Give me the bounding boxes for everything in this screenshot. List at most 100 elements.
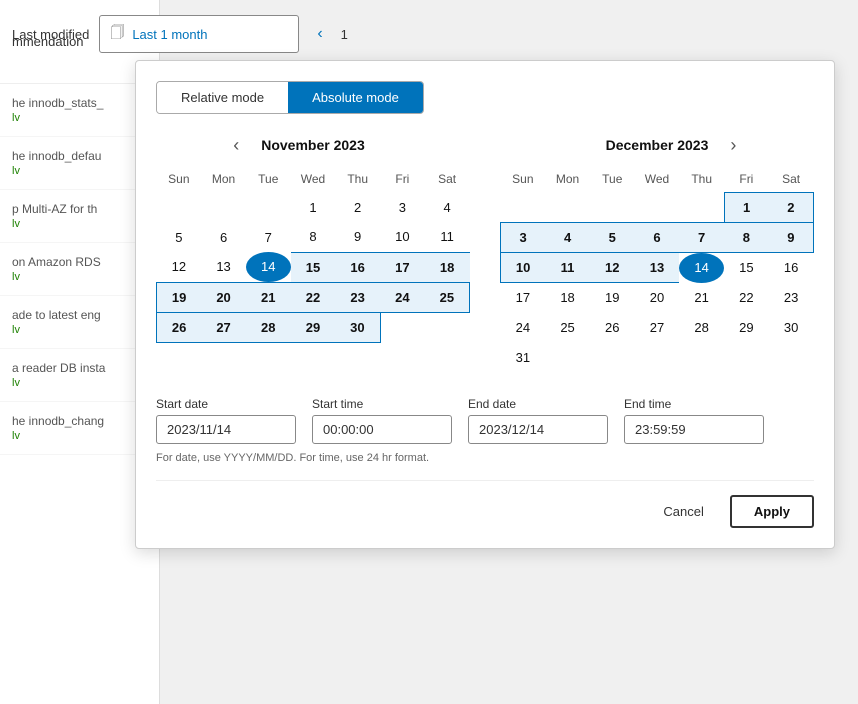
dec-day-23[interactable]: 23 — [769, 283, 814, 313]
nov-day-26[interactable]: 26 — [157, 312, 202, 342]
dec-day-31[interactable]: 31 — [501, 343, 546, 373]
nov-day-15[interactable]: 15 — [291, 252, 336, 282]
dec-day-15[interactable]: 15 — [724, 253, 769, 283]
date-time-inputs-row: Start date Start time End date End time — [156, 397, 814, 444]
nov-day-6[interactable]: 6 — [201, 222, 246, 252]
dec-day-9[interactable]: 9 — [769, 223, 814, 253]
nov-day-17[interactable]: 17 — [380, 252, 425, 282]
nov-day-22[interactable]: 22 — [291, 282, 336, 312]
nov-day-10[interactable]: 10 — [380, 222, 425, 252]
dec-day-17[interactable]: 17 — [501, 283, 546, 313]
nov-day-23[interactable]: 23 — [335, 282, 380, 312]
absolute-mode-button[interactable]: Absolute mode — [288, 82, 423, 113]
dec-week-3: 10 11 12 13 14 15 16 — [501, 253, 814, 283]
dec-day-28[interactable]: 28 — [679, 313, 724, 343]
nov-day-27[interactable]: 27 — [201, 312, 246, 342]
dec-day-4[interactable]: 4 — [545, 223, 590, 253]
nov-day-20[interactable]: 20 — [201, 282, 246, 312]
start-time-input[interactable] — [312, 415, 452, 444]
col-mon: Mon — [201, 168, 246, 192]
apply-button[interactable]: Apply — [730, 495, 814, 528]
dec-day-8[interactable]: 8 — [724, 223, 769, 253]
dec-day-1[interactable]: 1 — [724, 193, 769, 223]
nov-day-16[interactable]: 16 — [335, 252, 380, 282]
dec-day-3[interactable]: 3 — [501, 223, 546, 253]
nov-day-28[interactable]: 28 — [246, 312, 291, 342]
nov-week-1: 1 2 3 4 — [157, 192, 470, 222]
dec-day-27[interactable]: 27 — [635, 313, 680, 343]
december-next-button[interactable]: › — [724, 134, 742, 156]
november-calendar: ‹ November 2023 › Sun Mon Tue Wed Thu Fr… — [156, 134, 470, 373]
dec-empty — [590, 193, 635, 223]
nov-day-12[interactable]: 12 — [157, 252, 202, 282]
nov-week-2: 5 6 7 8 9 10 11 — [157, 222, 470, 252]
nov-day-4[interactable]: 4 — [425, 192, 470, 222]
november-prev-button[interactable]: ‹ — [227, 134, 245, 156]
dec-day-6[interactable]: 6 — [635, 223, 680, 253]
nov-empty — [246, 192, 291, 222]
nov-day-30[interactable]: 30 — [335, 312, 380, 342]
nov-day-11[interactable]: 11 — [425, 222, 470, 252]
dec-day-18[interactable]: 18 — [545, 283, 590, 313]
nov-day-21[interactable]: 21 — [246, 282, 291, 312]
relative-mode-button[interactable]: Relative mode — [157, 82, 288, 113]
nov-day-7[interactable]: 7 — [246, 222, 291, 252]
dec-day-26[interactable]: 26 — [590, 313, 635, 343]
start-time-group: Start time — [312, 397, 452, 444]
nov-day-1[interactable]: 1 — [291, 192, 336, 222]
dec-day-20[interactable]: 20 — [635, 283, 680, 313]
nov-day-18[interactable]: 18 — [425, 252, 470, 282]
footer-buttons: Cancel Apply — [156, 480, 814, 528]
nov-week-3: 12 13 14 15 16 17 18 — [157, 252, 470, 282]
nov-day-19[interactable]: 19 — [157, 282, 202, 312]
dec-day-29[interactable]: 29 — [724, 313, 769, 343]
dec-day-13[interactable]: 13 — [635, 253, 680, 283]
dec-empty — [545, 343, 590, 373]
prev-page-arrow[interactable]: ‹ — [309, 21, 330, 47]
dec-week-1: 1 2 — [501, 193, 814, 223]
dec-day-30[interactable]: 30 — [769, 313, 814, 343]
col-wed: Wed — [291, 168, 336, 192]
dec-week-6: 31 — [501, 343, 814, 373]
nov-day-25[interactable]: 25 — [425, 282, 470, 312]
col-sun: Sun — [157, 168, 202, 192]
dec-week-4: 17 18 19 20 21 22 23 — [501, 283, 814, 313]
end-date-label: End date — [468, 397, 608, 411]
nov-day-2[interactable]: 2 — [335, 192, 380, 222]
dec-day-14-selected[interactable]: 14 — [679, 253, 724, 283]
nov-week-4: 19 20 21 22 23 24 25 — [157, 282, 470, 312]
dec-empty — [590, 343, 635, 373]
dec-day-10[interactable]: 10 — [501, 253, 546, 283]
end-date-group: End date — [468, 397, 608, 444]
nov-day-5[interactable]: 5 — [157, 222, 202, 252]
nov-day-24[interactable]: 24 — [380, 282, 425, 312]
col-mon: Mon — [545, 168, 590, 193]
dec-empty — [501, 193, 546, 223]
start-date-input[interactable] — [156, 415, 296, 444]
dec-day-21[interactable]: 21 — [679, 283, 724, 313]
nov-day-29[interactable]: 29 — [291, 312, 336, 342]
nov-day-9[interactable]: 9 — [335, 222, 380, 252]
dec-day-11[interactable]: 11 — [545, 253, 590, 283]
dec-day-19[interactable]: 19 — [590, 283, 635, 313]
date-filter-input[interactable]: 🗍 Last 1 month — [99, 15, 299, 53]
dec-day-2[interactable]: 2 — [769, 193, 814, 223]
dec-empty — [635, 193, 680, 223]
filter-value-text: Last 1 month — [132, 27, 207, 42]
end-date-input[interactable] — [468, 415, 608, 444]
dec-day-24[interactable]: 24 — [501, 313, 546, 343]
cancel-button[interactable]: Cancel — [647, 495, 719, 528]
start-date-group: Start date — [156, 397, 296, 444]
dec-day-7[interactable]: 7 — [679, 223, 724, 253]
dec-day-22[interactable]: 22 — [724, 283, 769, 313]
nov-day-8[interactable]: 8 — [291, 222, 336, 252]
dec-day-16[interactable]: 16 — [769, 253, 814, 283]
nov-day-13[interactable]: 13 — [201, 252, 246, 282]
dec-day-5[interactable]: 5 — [590, 223, 635, 253]
end-time-input[interactable] — [624, 415, 764, 444]
dec-day-25[interactable]: 25 — [545, 313, 590, 343]
nov-day-3[interactable]: 3 — [380, 192, 425, 222]
nov-day-14-selected[interactable]: 14 — [246, 252, 291, 282]
dec-day-12[interactable]: 12 — [590, 253, 635, 283]
nov-empty — [201, 192, 246, 222]
